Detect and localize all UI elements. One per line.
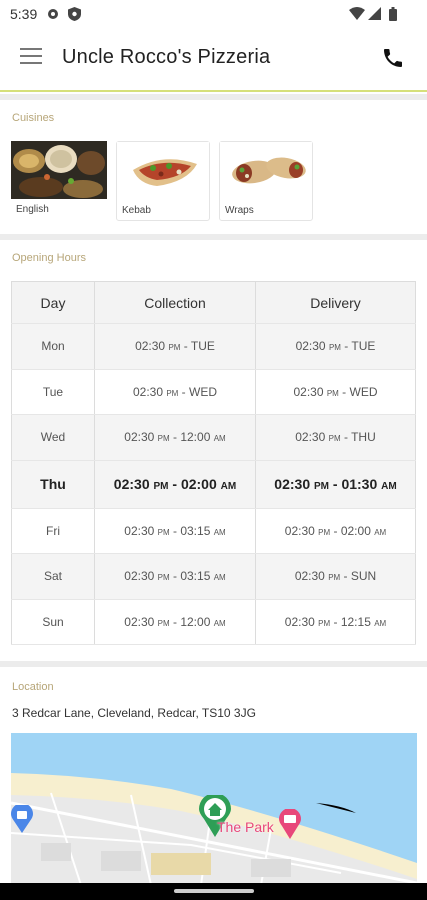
day-cell: Sat — [11, 553, 95, 600]
delivery-cell: 02:30 PM - 12:15 AM — [255, 599, 416, 645]
day-cell: Fri — [11, 508, 95, 554]
location-map[interactable]: The Park — [11, 733, 417, 885]
day-cell: Tue — [11, 369, 95, 415]
cuisine-card-kebab[interactable]: Kebab — [116, 141, 210, 221]
status-bar: 5:39 — [0, 0, 427, 28]
park-pin-icon[interactable] — [279, 809, 301, 839]
table-header-row: Day Collection Delivery — [11, 281, 416, 324]
delivery-cell: 02:30 PM - SUN — [255, 553, 416, 600]
home-gesture-handle[interactable] — [174, 889, 254, 893]
cuisine-card-wraps[interactable]: Wraps — [219, 141, 313, 221]
collection-cell: 02:30 PM - 12:00 AM — [94, 599, 256, 645]
table-row: Sat 02:30 PM - 03:15 AM 02:30 PM - SUN — [11, 553, 416, 600]
opening-hours-table: Day Collection Delivery Mon 02:30 PM - T… — [11, 281, 416, 645]
collection-cell: 02:30 PM - 02:00 AM — [94, 460, 256, 509]
section-divider — [0, 661, 427, 667]
status-time: 5:39 — [10, 6, 38, 22]
kebab-image — [117, 142, 209, 200]
wraps-image — [220, 142, 312, 200]
app-bar: Uncle Rocco's Pizzeria — [0, 28, 427, 92]
delivery-cell: 02:30 PM - 01:30 AM — [255, 460, 416, 509]
collection-cell: 02:30 PM - 03:15 AM — [94, 553, 256, 600]
cuisines-label: Cuisines — [12, 112, 55, 124]
cuisine-card-english[interactable]: English — [11, 141, 107, 221]
shield-icon — [68, 7, 81, 21]
header-delivery: Delivery — [255, 281, 416, 324]
table-row: Tue 02:30 PM - WED 02:30 PM - WED — [11, 369, 416, 415]
opening-hours-label: Opening Hours — [12, 252, 86, 264]
cuisine-label: Wraps — [225, 205, 254, 216]
header-day: Day — [11, 281, 95, 324]
signal-icon — [368, 7, 381, 20]
delivery-cell: 02:30 PM - WED — [255, 369, 416, 415]
header-collection: Collection — [94, 281, 256, 324]
table-row: Wed 02:30 PM - 12:00 AM 02:30 PM - THU — [11, 414, 416, 461]
collection-cell: 02:30 PM - 03:15 AM — [94, 508, 256, 554]
gear-icon — [48, 9, 58, 19]
day-cell: Wed — [11, 414, 95, 461]
delivery-cell: 02:30 PM - THU — [255, 414, 416, 461]
day-cell: Mon — [11, 323, 95, 370]
table-row: Fri 02:30 PM - 03:15 AM 02:30 PM - 02:00… — [11, 508, 416, 554]
wifi-icon — [349, 7, 365, 20]
english-food-image — [11, 141, 107, 199]
menu-icon[interactable] — [20, 48, 42, 66]
location-label: Location — [12, 681, 54, 693]
battery-icon — [389, 7, 397, 21]
table-row-today: Thu 02:30 PM - 02:00 AM 02:30 PM - 01:30… — [11, 460, 416, 509]
collection-cell: 02:30 PM - WED — [94, 369, 256, 415]
page-title: Uncle Rocco's Pizzeria — [62, 46, 271, 68]
phone-icon[interactable] — [381, 46, 405, 70]
location-address: 3 Redcar Lane, Cleveland, Redcar, TS10 3… — [12, 706, 256, 720]
day-cell: Thu — [11, 460, 95, 509]
delivery-cell: 02:30 PM - TUE — [255, 323, 416, 370]
table-row: Sun 02:30 PM - 12:00 AM 02:30 PM - 12:15… — [11, 599, 416, 645]
map-place-label: The Park — [217, 819, 274, 835]
collection-cell: 02:30 PM - 12:00 AM — [94, 414, 256, 461]
section-divider — [0, 94, 427, 100]
day-cell: Sun — [11, 599, 95, 645]
shopping-pin-icon[interactable] — [11, 805, 33, 833]
table-row: Mon 02:30 PM - TUE 02:30 PM - TUE — [11, 323, 416, 370]
collection-cell: 02:30 PM - TUE — [94, 323, 256, 370]
delivery-cell: 02:30 PM - 02:00 AM — [255, 508, 416, 554]
cuisine-label: English — [16, 204, 49, 215]
system-nav-bar — [0, 883, 427, 900]
section-divider — [0, 234, 427, 240]
cuisine-label: Kebab — [122, 205, 151, 216]
